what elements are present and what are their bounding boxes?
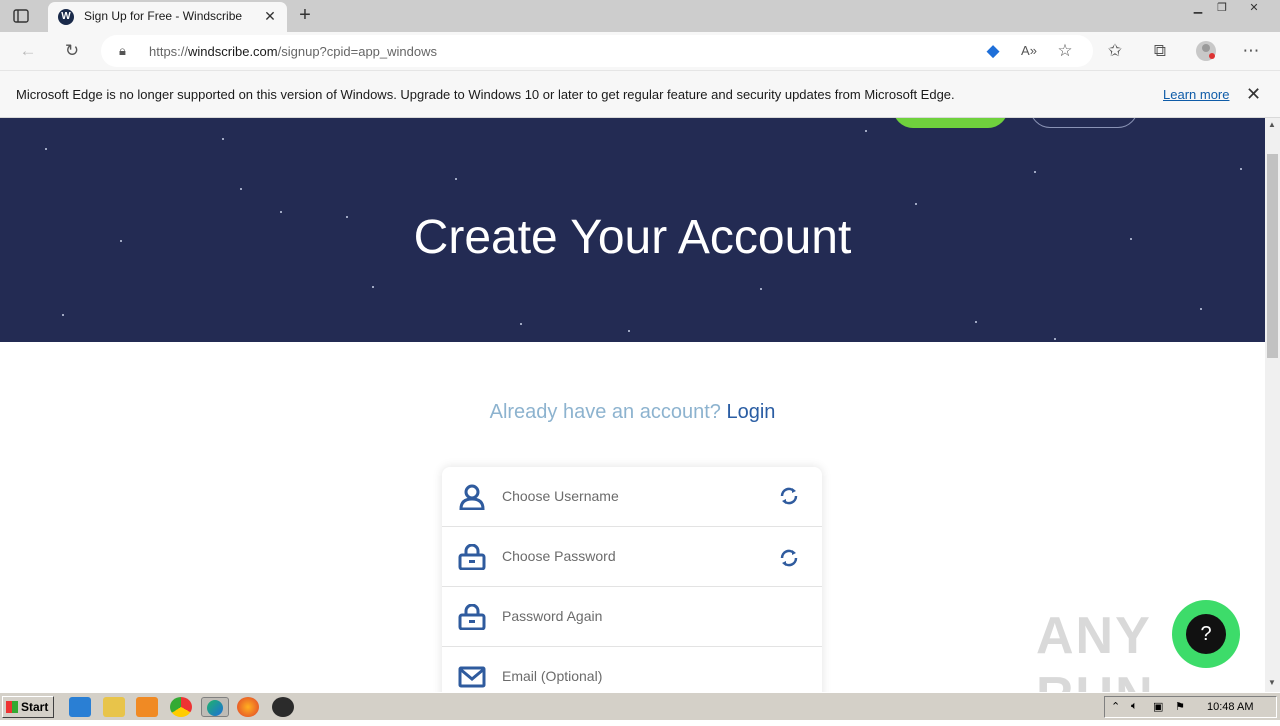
page-title: Create Your Account	[413, 211, 852, 264]
action-center-flag-icon[interactable]: ⚑	[1175, 700, 1185, 713]
browser-toolbar: ← ↻ 🔒︎ https://windscribe.com/signup?cpi…	[0, 32, 1280, 70]
scroll-up-icon[interactable]: ▲	[1268, 120, 1276, 129]
tray-expand-icon[interactable]: ⌃	[1111, 700, 1120, 713]
new-tab-button[interactable]: +	[294, 4, 316, 26]
tab-windscribe[interactable]: W Sign Up for Free - Windscribe ✕	[48, 2, 287, 32]
password-again-input[interactable]	[502, 605, 772, 627]
network-icon[interactable]: ▣	[1153, 700, 1163, 713]
generate-password-icon[interactable]	[778, 547, 800, 569]
learn-more-link[interactable]: Learn more	[1163, 87, 1229, 102]
user-icon	[458, 484, 486, 511]
lock-icon	[458, 603, 486, 631]
scroll-thumb[interactable]	[1267, 154, 1278, 358]
help-chat-button[interactable]: ?	[1172, 600, 1240, 668]
tab-close-icon[interactable]: ✕	[261, 7, 279, 25]
password-again-row	[442, 587, 822, 647]
chrome-icon[interactable]	[170, 697, 192, 717]
question-icon: ?	[1186, 614, 1226, 654]
address-bar[interactable]: 🔒︎ https://windscribe.com/signup?cpid=ap…	[101, 35, 1093, 67]
infobar-close-icon[interactable]: ✕	[1246, 84, 1261, 105]
edge-taskbar-button[interactable]	[201, 697, 229, 717]
back-icon[interactable]: ←	[17, 40, 39, 62]
password-row	[442, 527, 822, 587]
email-input[interactable]	[502, 665, 772, 687]
login-outline-button[interactable]	[1030, 118, 1138, 128]
shopping-tag-icon[interactable]: ◆	[982, 40, 1004, 62]
internet-explorer-icon[interactable]	[69, 697, 91, 717]
volume-icon[interactable]: 🔈︎	[1131, 700, 1138, 713]
read-aloud-icon[interactable]: A»	[1018, 40, 1040, 62]
email-row	[442, 647, 822, 692]
restore-icon[interactable]: ❐	[1208, 0, 1236, 18]
address-url[interactable]: https://windscribe.com/signup?cpid=app_w…	[149, 44, 437, 59]
username-input[interactable]	[502, 485, 772, 507]
close-window-icon[interactable]: ✕	[1240, 0, 1268, 18]
firefox-icon[interactable]	[237, 697, 259, 717]
profile-avatar-icon[interactable]	[1195, 40, 1217, 62]
file-explorer-icon[interactable]	[103, 697, 125, 717]
unsupported-os-infobar: Microsoft Edge is no longer supported on…	[0, 70, 1280, 118]
lock-icon[interactable]: 🔒︎	[119, 43, 126, 59]
windscribe-icon[interactable]	[272, 697, 294, 717]
clock: 10:48 AM	[1207, 701, 1254, 713]
tab-actions-icon[interactable]	[12, 7, 30, 25]
username-row	[442, 467, 822, 527]
tab-title: Sign Up for Free - Windscribe	[84, 9, 243, 23]
collections-icon[interactable]: ⧉	[1149, 40, 1171, 62]
windows-flag-icon	[6, 701, 18, 713]
infobar-message: Microsoft Edge is no longer supported on…	[16, 87, 955, 102]
refresh-icon[interactable]: ↻	[61, 40, 83, 62]
lock-icon	[458, 543, 486, 571]
system-tray: ⌃ 🔈︎ ▣ ⚑ 10:48 AM	[1104, 696, 1277, 718]
start-button[interactable]: Start	[2, 696, 54, 718]
media-player-icon[interactable]	[136, 697, 158, 717]
password-input[interactable]	[502, 545, 772, 567]
add-favorite-icon[interactable]: ☆	[1054, 40, 1076, 62]
windscribe-favicon-icon: W	[58, 9, 74, 25]
hero-banner: Create Your Account	[0, 118, 1265, 342]
favorites-icon[interactable]: ✩	[1104, 40, 1126, 62]
generate-username-icon[interactable]	[778, 485, 800, 507]
login-prompt-text: Already have an account?	[489, 401, 721, 423]
envelope-icon	[458, 664, 486, 690]
signup-form	[442, 467, 822, 692]
start-label: Start	[21, 700, 49, 714]
taskbar: Start ⌃ 🔈︎ ▣ ⚑ 10:48 AM	[0, 692, 1280, 720]
get-started-button[interactable]	[893, 118, 1008, 128]
login-link[interactable]: Login	[726, 401, 775, 423]
tab-strip: W Sign Up for Free - Windscribe ✕ + ▁ ❐ …	[0, 0, 1280, 32]
login-prompt: Already have an account? Login	[0, 401, 1265, 424]
more-options-icon[interactable]: ⋯	[1240, 40, 1262, 62]
edge-icon	[207, 700, 223, 716]
